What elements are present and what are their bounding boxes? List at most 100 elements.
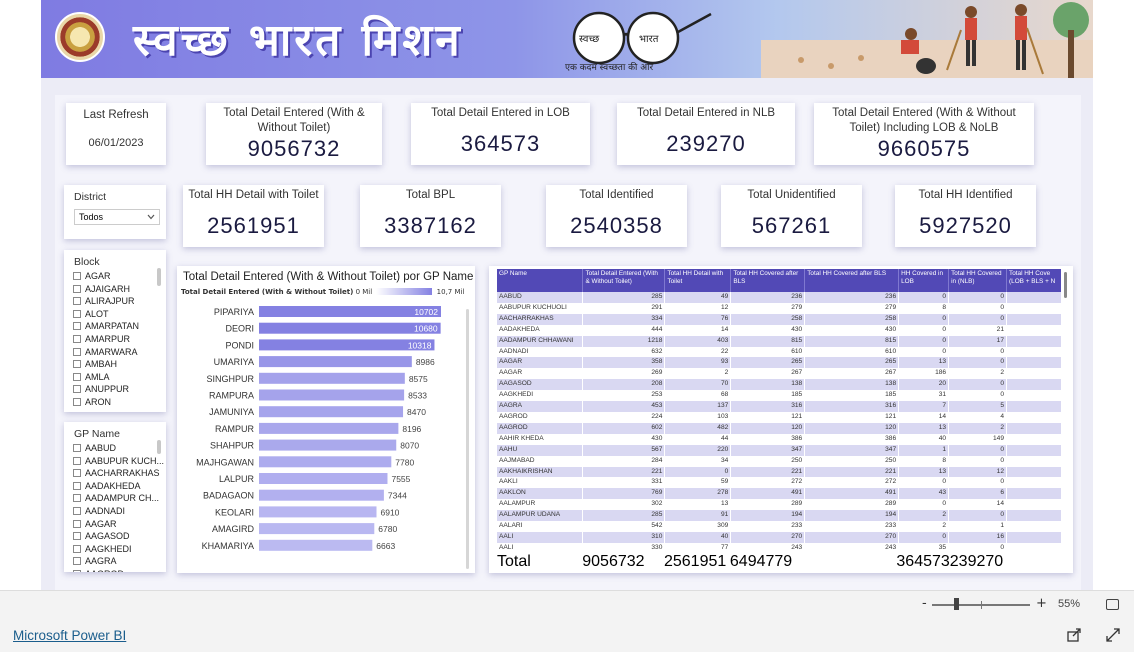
column-header[interactable]: Total Detail Entered (With & Without Toi… — [582, 269, 666, 292]
table-row[interactable]: AAKHAIKRISHAN 221 0 221 221 13 12 — [497, 466, 1061, 478]
gp-item[interactable]: AADNADI — [64, 505, 166, 518]
bar[interactable] — [259, 389, 405, 401]
checkbox[interactable] — [73, 494, 81, 503]
bar[interactable] — [259, 439, 397, 451]
checkbox[interactable] — [73, 347, 81, 356]
bar[interactable] — [259, 489, 384, 501]
gp-item[interactable]: AAGROD — [64, 568, 166, 572]
fit-to-page-icon[interactable] — [1106, 599, 1119, 610]
checkbox[interactable] — [73, 519, 81, 528]
bar[interactable] — [259, 406, 404, 418]
power-bi-link[interactable]: Microsoft Power BI — [13, 628, 126, 643]
checkbox[interactable] — [73, 360, 81, 369]
column-header[interactable]: Total HH Cove (LOB + BLS + N — [1006, 269, 1061, 292]
bar-category-label: MAJHGAWAN — [196, 457, 254, 467]
bar[interactable] — [259, 473, 388, 484]
bar[interactable] — [259, 456, 392, 468]
block-item[interactable]: ARON — [64, 396, 166, 409]
column-header[interactable]: HH Covered in LOB — [898, 269, 950, 292]
checkbox[interactable] — [73, 469, 81, 478]
checkbox[interactable] — [73, 334, 81, 343]
table-row[interactable]: AADAKHEDA 444 14 430 430 0 21 — [497, 324, 1061, 336]
table-row[interactable]: AADNADI 632 22 610 610 0 0 — [497, 346, 1061, 358]
checkbox[interactable] — [73, 532, 81, 541]
block-item[interactable]: AMARWARA — [64, 346, 166, 359]
block-item[interactable]: AJAIGARH — [64, 283, 166, 296]
gp-item[interactable]: AAGAR — [64, 518, 166, 531]
column-header[interactable]: GP Name — [497, 269, 584, 292]
checkbox[interactable] — [73, 272, 81, 280]
table-row[interactable]: AAHIR KHEDA 430 44 386 386 40 149 — [497, 433, 1061, 445]
column-header[interactable]: Total HH Detail with Toilet — [664, 269, 732, 292]
block-scrollbar[interactable] — [157, 268, 161, 286]
gp-item[interactable]: AADAMPUR CH... — [64, 492, 166, 505]
table-row[interactable]: AAGASOD 208 70 138 138 20 0 — [497, 379, 1061, 391]
gp-item[interactable]: AABUD — [64, 442, 166, 455]
table-row[interactable]: AAGRA 453 137 316 316 7 5 — [497, 401, 1061, 412]
column-header[interactable]: Total HH Covered after BLS — [804, 269, 900, 292]
column-header[interactable]: Total HH Covered in (NLB) — [948, 269, 1008, 292]
table-row[interactable]: AALARI 542 309 233 233 2 1 — [497, 521, 1061, 532]
gp-item[interactable]: AAGRA — [64, 555, 166, 568]
checkbox[interactable] — [73, 309, 81, 318]
checkbox[interactable] — [73, 569, 81, 572]
bar[interactable] — [259, 523, 375, 535]
checkbox[interactable] — [73, 544, 81, 553]
table-row[interactable]: AAKLI 331 59 272 272 0 0 — [497, 477, 1061, 489]
table-row[interactable]: AALI 310 40 270 270 0 16 — [497, 531, 1061, 543]
gp-item[interactable]: AADAKHEDA — [64, 480, 166, 493]
table-row[interactable]: AAGAR 358 93 265 265 13 0 — [497, 357, 1061, 369]
block-item[interactable]: ANUPPUR — [64, 383, 166, 396]
block-item[interactable]: AMLA — [64, 371, 166, 384]
bar[interactable] — [259, 372, 405, 384]
table-row[interactable]: AAKLON 769 278 491 491 43 6 — [497, 488, 1061, 500]
table-row[interactable]: AAGAR 269 2 267 267 186 2 — [497, 368, 1061, 380]
bar[interactable] — [259, 422, 399, 434]
zoom-in-button[interactable]: + — [1036, 596, 1047, 611]
table-row[interactable]: AAGROD 602 482 120 120 13 2 — [497, 422, 1061, 434]
table-row[interactable]: AABUD 285 49 236 236 0 0 — [497, 292, 1061, 303]
table-row[interactable]: AABUPUR KUCHUOLI 291 12 279 279 8 0 — [497, 302, 1061, 314]
table-scrollbar[interactable] — [1064, 272, 1067, 298]
block-item[interactable]: AGAR — [64, 270, 166, 283]
checkbox[interactable] — [73, 284, 81, 293]
gp-item[interactable]: AABUPUR KUCH... — [64, 455, 166, 468]
block-item[interactable]: AMBAH — [64, 358, 166, 371]
bar[interactable] — [259, 356, 412, 368]
table-row[interactable]: AAGKHEDI 253 68 185 185 31 0 — [497, 390, 1061, 402]
checkbox[interactable] — [73, 444, 81, 452]
zoom-out-button[interactable]: - — [922, 596, 927, 611]
checkbox[interactable] — [73, 456, 81, 465]
table-row[interactable]: AADAMPUR CHHAWANI 1218 403 815 815 0 17 — [497, 335, 1061, 347]
zoom-slider-thumb[interactable] — [954, 598, 959, 610]
block-item[interactable]: ALOT — [64, 308, 166, 321]
gp-scrollbar[interactable] — [157, 440, 161, 454]
table-row[interactable]: AAJMABAD 284 34 250 250 8 0 — [497, 455, 1061, 467]
block-item[interactable]: AMARPUR — [64, 333, 166, 346]
column-header[interactable]: Total HH Covered after BLS — [730, 269, 806, 292]
table-row[interactable]: AAHU 567 220 347 347 1 0 — [497, 444, 1061, 456]
gp-item[interactable]: AACHARRAKHAS — [64, 467, 166, 480]
block-item[interactable]: AMARPATAN — [64, 320, 166, 333]
gp-item[interactable]: AAGASOD — [64, 530, 166, 543]
checkbox[interactable] — [73, 372, 81, 381]
checkbox[interactable] — [73, 397, 81, 406]
checkbox[interactable] — [73, 481, 81, 490]
table-row[interactable]: AAGROD 224 103 121 121 14 4 — [497, 411, 1061, 423]
gp-item[interactable]: AAGKHEDI — [64, 543, 166, 556]
checkbox[interactable] — [73, 506, 81, 515]
checkbox[interactable] — [73, 385, 81, 394]
chart-scrollbar[interactable] — [466, 309, 469, 569]
block-item[interactable]: ALIRAJPUR — [64, 295, 166, 308]
table-row[interactable]: AALAMPUR 302 13 289 289 0 14 — [497, 499, 1061, 511]
bar[interactable] — [259, 539, 373, 551]
fullscreen-icon[interactable] — [1105, 627, 1121, 643]
table-row[interactable]: AACHARRAKHAS 334 76 258 258 0 0 — [497, 313, 1061, 325]
share-icon[interactable] — [1066, 627, 1082, 643]
checkbox[interactable] — [73, 557, 81, 566]
district-dropdown[interactable]: Todos — [74, 209, 160, 225]
table-row[interactable]: AALAMPUR UDANA 285 91 194 194 2 0 — [497, 510, 1061, 522]
checkbox[interactable] — [73, 297, 81, 306]
checkbox[interactable] — [73, 322, 81, 331]
bar[interactable] — [259, 506, 377, 518]
